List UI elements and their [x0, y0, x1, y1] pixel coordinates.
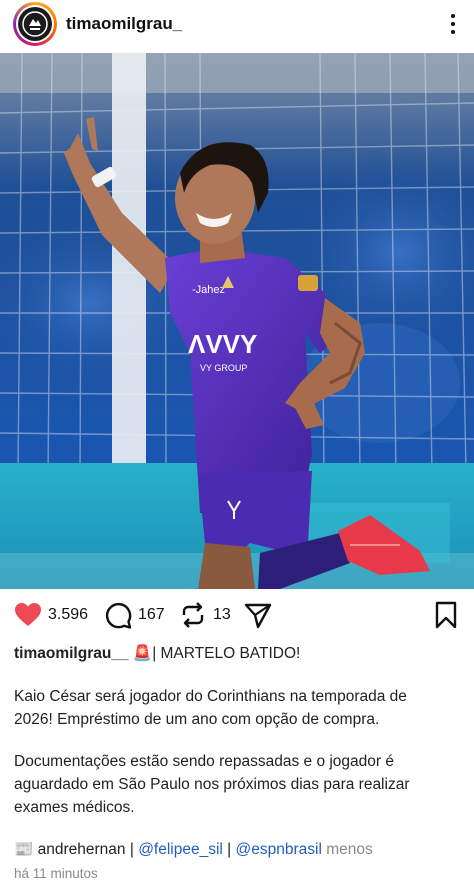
- like-button[interactable]: 3.596: [14, 597, 88, 633]
- repost-button[interactable]: 13: [179, 597, 231, 633]
- club-logo-icon: [18, 7, 52, 41]
- comment-button[interactable]: 167: [104, 597, 165, 633]
- heart-filled-icon: [15, 603, 41, 626]
- svg-text:-Jahez: -Jahez: [192, 284, 225, 296]
- caption-paragraph-2-line-2: aguardado em São Paulo nos próximos dias…: [14, 776, 410, 793]
- post-header: timaomilgrau_: [0, 0, 474, 50]
- share-button[interactable]: [244, 597, 272, 633]
- credit-espnbrasil[interactable]: @espnbrasil: [236, 841, 322, 858]
- caption-credits: 📰 andrehernan | @felipee_sil | @espnbras…: [14, 838, 460, 861]
- send-icon: [244, 603, 272, 629]
- credit-separator: |: [125, 841, 139, 858]
- credit-andrehernan[interactable]: andrehernan: [38, 841, 126, 858]
- avatar[interactable]: [13, 2, 57, 46]
- comment-bubble-icon: [105, 602, 132, 629]
- reposts-count[interactable]: 13: [213, 606, 231, 624]
- repost-icon: [182, 602, 204, 628]
- likes-count[interactable]: 3.596: [48, 606, 88, 624]
- save-button[interactable]: [434, 597, 458, 633]
- caption-paragraph-1-line-1: Kaio César será jogador do Corinthians n…: [14, 688, 407, 705]
- post-photo[interactable]: -Jahez ΛVVY VY GROUP: [0, 53, 474, 589]
- caption-headline-text: | MARTELO BATIDO!: [152, 645, 301, 662]
- post-timestamp: há 11 minutos: [14, 866, 98, 881]
- header-username[interactable]: timaomilgrau_: [66, 14, 182, 34]
- post-photo-image: -Jahez ΛVVY VY GROUP: [0, 53, 474, 589]
- caption-paragraph-2-line-1: Documentações estão sendo repassadas e o…: [14, 753, 394, 770]
- svg-text:VY GROUP: VY GROUP: [200, 363, 247, 373]
- siren-icon: 🚨: [132, 645, 153, 662]
- more-vertical-icon[interactable]: [446, 10, 460, 38]
- caption-headline: timaomilgrau__ 🚨| MARTELO BATIDO!: [14, 642, 460, 665]
- caption-username[interactable]: timaomilgrau__: [14, 645, 129, 662]
- caption-paragraph-2-line-3: exames médicos.: [14, 799, 135, 816]
- avatar-border: [16, 5, 54, 43]
- credit-felipee-sil[interactable]: @felipee_sil: [138, 841, 223, 858]
- less-link[interactable]: menos: [326, 841, 373, 858]
- bookmark-icon: [435, 601, 457, 629]
- caption-paragraph-1-line-2: 2026! Empréstimo de um ano com opção de …: [14, 711, 380, 728]
- credit-separator: |: [222, 841, 236, 858]
- comments-count[interactable]: 167: [138, 606, 165, 624]
- post-actions: 3.596 167 13: [0, 597, 474, 633]
- newspaper-icon: 📰: [14, 841, 34, 858]
- svg-text:ΛVVY: ΛVVY: [188, 329, 257, 359]
